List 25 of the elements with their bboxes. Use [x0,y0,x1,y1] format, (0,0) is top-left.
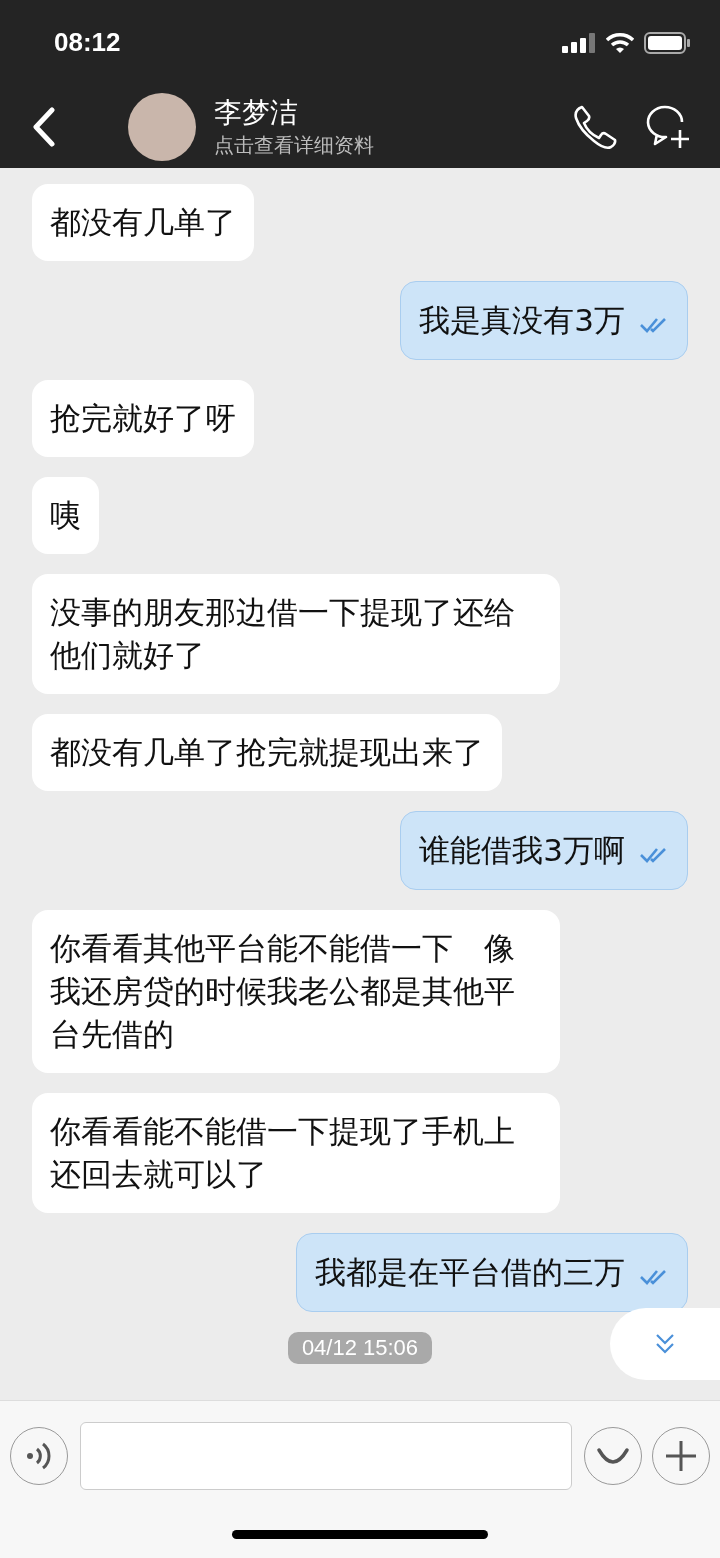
received-message: 你看看其他平台能不能借一下 像我还房贷的时候我老公都是其他平台先借的 [32,910,560,1073]
signal-icon [562,32,596,53]
plus-icon [665,1440,697,1472]
battery-icon [644,31,690,54]
profile-hint[interactable]: 点击查看详细资料 [214,130,546,159]
contact-name[interactable]: 李梦洁 [214,94,546,131]
chat-add-icon[interactable] [644,103,690,150]
message-text: 我是真没有3万 [419,301,625,340]
received-message: 咦 [32,477,99,554]
wifi-icon [606,32,634,53]
double-chevron-icon [653,1332,677,1356]
message-text: 我都是在平台借的三万 [315,1253,625,1292]
received-message: 没事的朋友那边借一下提现了还给他们就好了 [32,574,560,694]
smile-icon [596,1446,630,1466]
received-message: 你看看能不能借一下提现了手机上还回去就可以了 [32,1093,560,1213]
received-message: 抢完就好了呀 [32,380,254,457]
received-message: 都没有几单了抢完就提现出来了 [32,714,502,791]
phone-icon[interactable] [572,103,618,150]
back-icon[interactable] [32,106,56,147]
message-input[interactable] [80,1422,572,1490]
timestamp: 04/12 15:06 [287,1332,433,1364]
received-message: 都没有几单了 [32,184,254,261]
status-time: 08:12 [54,27,121,58]
voice-icon [26,1441,52,1471]
message-text: 谁能借我3万啊 [419,831,625,870]
